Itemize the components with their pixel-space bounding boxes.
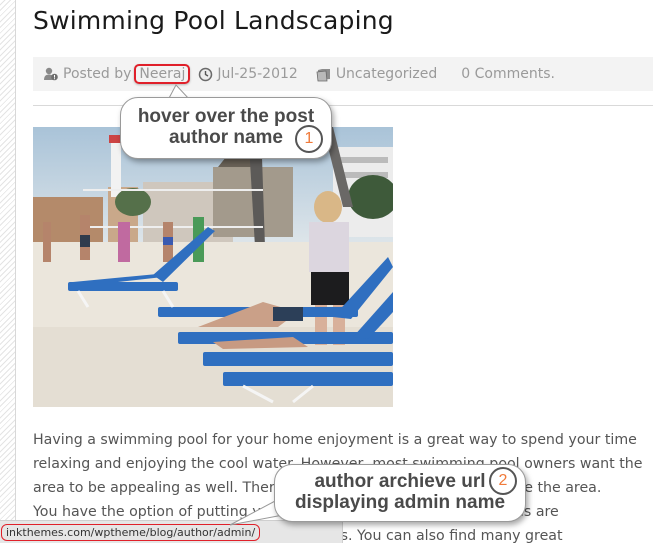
step-badge-2: 2 [489,467,517,495]
callout-1-line2: author name [168,127,284,148]
beach-photo [33,127,393,407]
meta-author: Posted by Neeraj [43,64,191,84]
callout-1-line1: hover over the post [137,106,315,127]
step-badge-1: 1 [295,125,323,153]
meta-category: Uncategorized [316,66,437,82]
annotation-callout-1: hover over the post author name 1 [120,97,332,159]
post-title[interactable]: Swimming Pool Landscaping [33,6,394,35]
comments-link[interactable]: 0 Comments. [461,66,555,82]
callout-2-text: author archieve url displaying admin nam… [275,471,525,513]
post-meta-bar: Posted by Neeraj Jul-25-2012 Uncategoriz… [33,57,653,91]
status-url: inkthemes.com/wptheme/blog/author/admin/ [1,524,261,541]
body-line: Having a swimming pool for your home enj… [33,432,637,448]
annotation-callout-2: author archieve url displaying admin nam… [274,464,526,522]
callout-2-line2: displaying admin name [294,492,506,513]
user-icon [43,66,59,82]
post-featured-image [33,127,393,407]
left-decorative-rail [0,0,16,542]
category-link[interactable]: Uncategorized [336,66,437,82]
post-date: Jul-25-2012 [217,66,298,82]
meta-date: Jul-25-2012 [198,66,298,82]
posted-by-label: Posted by [63,66,132,82]
author-link[interactable]: Neeraj [134,64,191,84]
clock-icon [198,67,213,82]
folder-icon [316,67,332,82]
callout-2-line1: author archieve url [314,471,486,492]
